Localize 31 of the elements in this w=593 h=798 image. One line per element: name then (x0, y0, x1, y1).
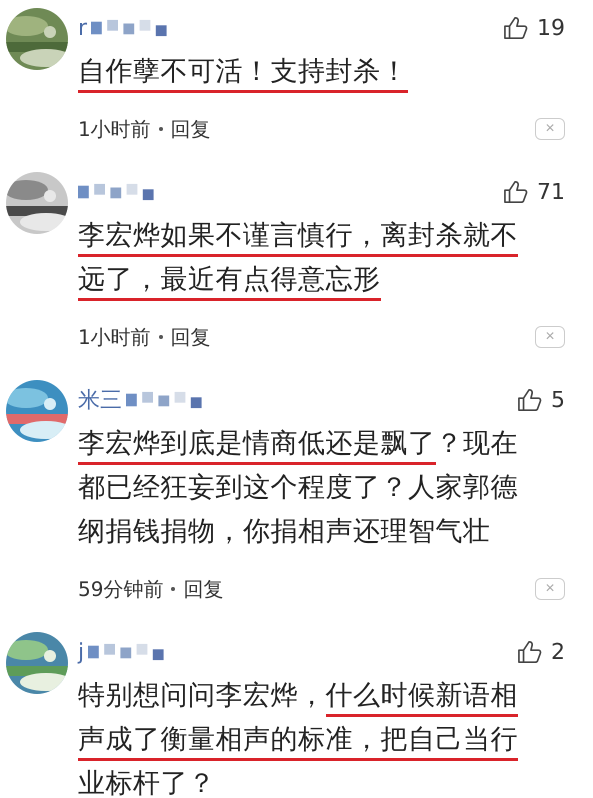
underlined-text: 声成了衡量相声的标准，把自己当行 (78, 724, 518, 761)
comment-text: 纲捐钱捐物，你捐相声还理智气壮 (78, 516, 490, 549)
comment-text: ？现在 (436, 428, 518, 461)
username[interactable]: r (78, 16, 88, 40)
thumbs-up-icon[interactable] (503, 16, 529, 40)
like-count: 19 (537, 16, 565, 40)
thumbs-up-icon[interactable] (517, 388, 543, 412)
reply-link[interactable]: 回复 (170, 324, 211, 350)
reply-link[interactable]: 回复 (170, 116, 211, 142)
separator-dot (158, 127, 163, 131)
like-count: 71 (537, 180, 565, 204)
underlined-text: 什么时候新语相 (326, 680, 518, 717)
timestamp: 1小时前 (78, 324, 151, 350)
comment-text: 特别想问问李宏烨， (78, 680, 326, 713)
underlined-text: 远了，最近有点得意忘形 (78, 264, 380, 301)
like-count: 5 (551, 388, 565, 412)
underlined-text: 自作孽不可活！支持封杀！ (78, 56, 408, 93)
separator-dot (171, 587, 176, 591)
comment-text: 业标杆了？ (78, 768, 216, 798)
timestamp: 1小时前 (78, 116, 151, 142)
thumbs-up-icon[interactable] (517, 640, 543, 664)
underlined-text: 李宏烨如果不谨言慎行，离封杀就不 (78, 220, 518, 257)
username[interactable]: j (78, 640, 84, 664)
reply-link[interactable]: 回复 (183, 576, 224, 602)
username[interactable]: 米三 (78, 385, 122, 415)
timestamp: 59分钟前 (78, 576, 164, 602)
thumbs-up-icon[interactable] (503, 180, 529, 204)
separator-dot (158, 335, 163, 339)
like-count: 2 (551, 640, 565, 664)
comment-text: 都已经狂妄到这个程度了？人家郭德 (78, 472, 518, 505)
underlined-text: 李宏烨到底是情商低还是飘了 (78, 428, 436, 465)
